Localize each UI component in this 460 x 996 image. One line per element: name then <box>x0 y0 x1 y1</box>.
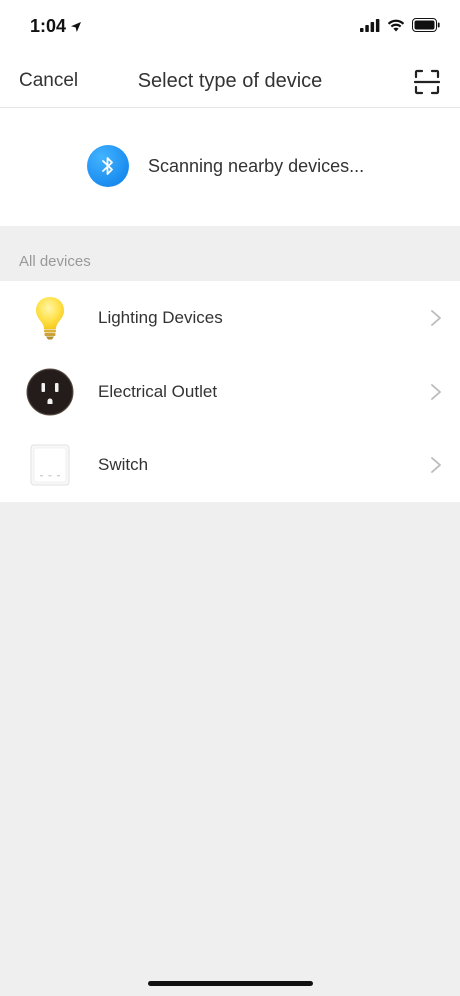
battery-icon <box>412 18 440 32</box>
chevron-right-icon <box>431 457 441 473</box>
device-list: Lighting Devices Electrical Outlet Switc… <box>0 281 460 502</box>
home-indicator[interactable] <box>148 981 313 986</box>
chevron-right-icon <box>431 383 441 400</box>
list-item-electrical-outlet[interactable]: Electrical Outlet <box>0 355 460 429</box>
list-item-lighting-devices[interactable]: Lighting Devices <box>0 281 460 355</box>
device-label: Lighting Devices <box>98 308 223 327</box>
status-time-text: 1:04 <box>30 16 67 36</box>
scanning-status-text: Scanning nearby devices... <box>148 156 365 176</box>
scan-qr-icon[interactable] <box>414 69 440 95</box>
device-label: Electrical Outlet <box>98 381 218 401</box>
status-indicators <box>360 18 440 32</box>
outlet-icon <box>26 368 74 416</box>
chevron-right-icon <box>431 310 441 326</box>
device-label: Switch <box>98 455 149 474</box>
switch-icon <box>26 441 74 489</box>
status-time: 1:04 <box>30 16 82 37</box>
light-bulb-icon <box>26 294 74 342</box>
cellular-signal-icon <box>360 18 380 32</box>
wifi-icon <box>387 19 405 31</box>
nav-bar: Cancel Select type of device <box>0 56 460 108</box>
section-header-all-devices: All devices <box>19 253 91 270</box>
location-arrow-icon <box>71 21 82 32</box>
list-item-switch[interactable]: Switch <box>0 428 460 502</box>
bluetooth-icon <box>87 145 129 187</box>
cancel-button[interactable]: Cancel <box>19 70 78 92</box>
scan-panel: Scanning nearby devices... <box>0 108 460 226</box>
status-bar: 1:04 <box>0 0 460 56</box>
